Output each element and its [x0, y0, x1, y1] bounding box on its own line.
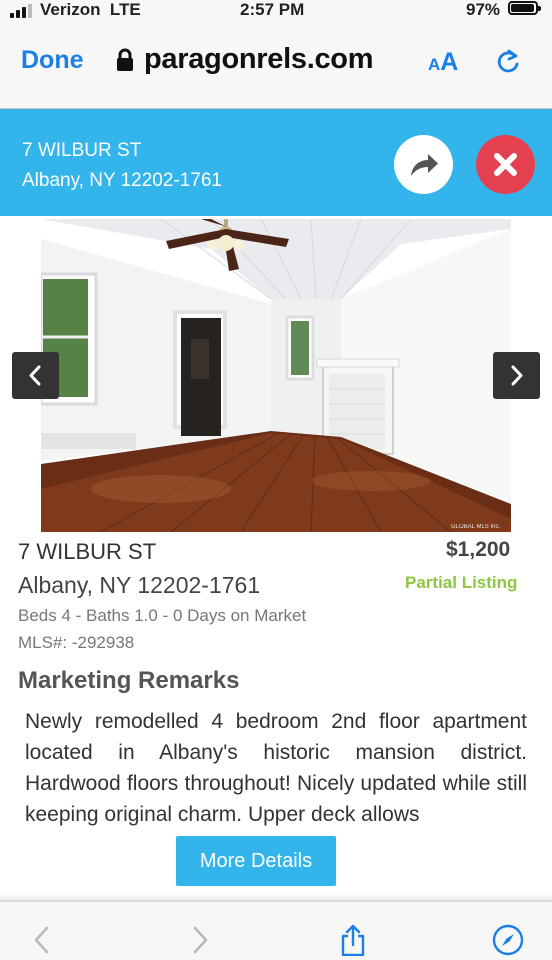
reload-icon[interactable] — [494, 48, 522, 76]
back-icon — [34, 926, 49, 954]
status-bar: Verizon LTE 2:57 PM 97% — [0, 0, 552, 22]
address-bar[interactable]: paragonrels.com — [144, 43, 373, 76]
listing-mls: MLS#: -292938 — [18, 633, 135, 652]
listing-street: 7 WILBUR ST — [18, 539, 157, 564]
listing-city: Albany, NY 12202-1761 — [18, 572, 261, 598]
share-button[interactable] — [394, 135, 453, 194]
compass-button[interactable] — [492, 924, 524, 956]
share-icon — [341, 924, 365, 956]
previous-photo-button[interactable] — [12, 352, 59, 399]
chevron-left-icon — [29, 365, 41, 386]
close-button[interactable] — [476, 135, 535, 194]
compass-icon — [492, 924, 524, 956]
share-sheet-button[interactable] — [337, 924, 369, 956]
forward-button[interactable] — [184, 924, 216, 956]
browser-toolbar: Done paragonrels.com AA — [0, 22, 552, 109]
carrier-label: Verizon LTE — [40, 0, 141, 19]
header-city: Albany, NY 12202-1761 — [22, 170, 223, 191]
signal-strength-icon — [10, 4, 34, 18]
chevron-right-icon — [511, 365, 523, 386]
battery-icon — [508, 1, 541, 15]
close-icon — [494, 153, 517, 176]
more-details-button[interactable]: More Details — [176, 836, 336, 886]
bottom-toolbar — [0, 900, 552, 960]
remarks-text: Newly remodelled 4 bedroom 2nd floor apa… — [25, 710, 527, 826]
back-button[interactable] — [26, 924, 58, 956]
listing-header: 7 WILBUR ST Albany, NY 12202-1761 — [0, 109, 552, 216]
battery-percent: 97% — [466, 0, 501, 19]
text-size-button[interactable]: AA — [428, 48, 458, 77]
lock-icon — [116, 48, 134, 72]
listing-details: Beds 4 - Baths 1.0 - 0 Days on Market — [18, 606, 307, 625]
photo-watermark: GLOBAL MLS Inc. — [451, 524, 500, 530]
remarks-heading: Marketing Remarks — [18, 667, 240, 694]
content-shadow — [0, 892, 552, 900]
done-button[interactable]: Done — [21, 46, 84, 75]
clock: 2:57 PM — [240, 0, 305, 19]
listing-status: Partial Listing — [405, 573, 518, 592]
next-photo-button[interactable] — [493, 352, 540, 399]
share-icon — [411, 154, 438, 176]
listing-price: $1,200 — [446, 538, 511, 561]
forward-icon — [193, 926, 208, 954]
toolbar-divider — [0, 900, 552, 902]
listing-photo[interactable]: GLOBAL MLS Inc. — [41, 219, 511, 532]
header-street: 7 WILBUR ST — [22, 140, 142, 161]
